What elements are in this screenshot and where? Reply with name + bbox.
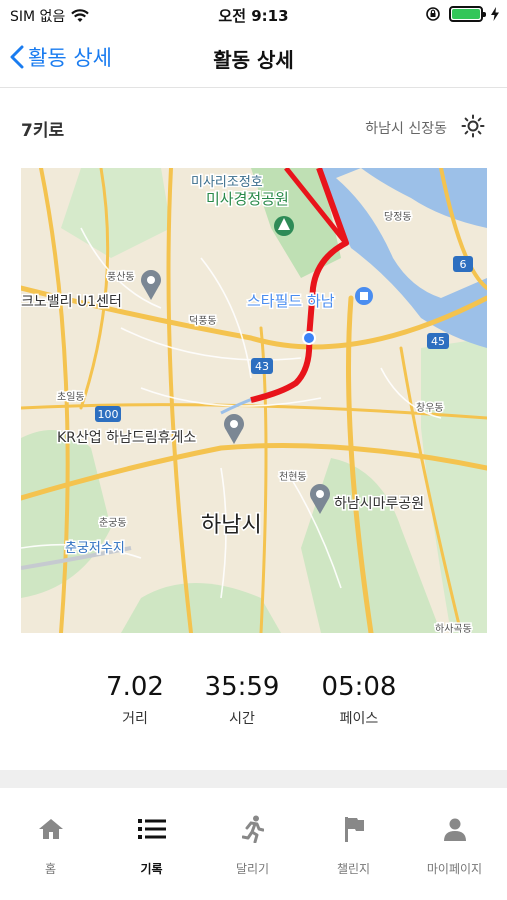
park-area <box>421 338 487 633</box>
status-bar: SIM 없음 오전 9:13 <box>0 0 507 30</box>
map-pin-icon <box>141 270 161 300</box>
list-icon <box>137 819 166 839</box>
stat-distance: 7.02 거리 <box>75 672 195 728</box>
tab-home[interactable]: 홈 <box>0 814 101 877</box>
map-label: 풍산동 <box>107 271 135 283</box>
stat-value: 35:59 <box>204 672 280 702</box>
charging-icon <box>491 7 499 21</box>
map-label: 춘궁저수지 <box>65 541 125 556</box>
battery-icon <box>449 6 486 22</box>
activity-name: 7키로 <box>21 121 65 141</box>
map-label: 하사곡동 <box>435 622 472 633</box>
park-area <box>121 583 281 633</box>
navigation-bar: 활동 상세 활동 상세 <box>0 30 507 88</box>
route-shield-icon: 6 <box>453 256 473 272</box>
tab-label: 홈 <box>44 862 57 876</box>
tab-mypage[interactable]: 마이페이지 <box>404 814 505 877</box>
map-pin-icon <box>223 414 244 444</box>
map-label: 초일동 <box>57 391 85 403</box>
current-position-marker <box>302 331 316 345</box>
stat-label: 시간 <box>229 711 255 727</box>
map-label: 춘궁동 <box>99 517 127 529</box>
tab-bar: 홈 기록 달리기 챌린지 마이페이지 <box>0 788 507 900</box>
stat-label: 페이스 <box>339 711 379 727</box>
map-label: 당정동 <box>384 211 412 223</box>
activity-header: 7키로 하남시 신장동 <box>21 112 487 142</box>
map-label: 크노밸리 U1센터 <box>21 294 122 310</box>
map-label: 창우동 <box>416 402 444 414</box>
tab-records[interactable]: 기록 <box>101 814 202 877</box>
activity-stats: 7.02 거리 35:59 시간 05:08 페이스 <box>0 672 507 742</box>
tab-label: 챌린지 <box>336 862 371 876</box>
stat-value: 7.02 <box>106 672 164 702</box>
runner-icon <box>241 815 264 843</box>
person-icon <box>443 818 466 841</box>
map-label: 스타필드 하남 <box>247 292 335 310</box>
stat-pace: 05:08 페이스 <box>299 672 419 728</box>
svg-text:43: 43 <box>255 360 269 373</box>
park-area <box>61 168 171 258</box>
shopping-pin-icon <box>355 287 373 305</box>
tab-label: 기록 <box>140 862 163 876</box>
page-title: 활동 상세 <box>213 48 294 72</box>
map-label: 미사경정공원 <box>206 190 289 208</box>
map-label: KR산업 하남드림휴게소 <box>57 430 196 446</box>
park-pin-icon <box>274 216 294 236</box>
map-label: 덕풍동 <box>189 315 217 327</box>
map-label: 하남시 <box>201 513 262 538</box>
route-map[interactable]: 6 45 43 100 미사리조정호 미사경정공원 당정동 풍산동 크노밸리 U… <box>21 168 487 633</box>
stat-value: 05:08 <box>321 672 397 702</box>
sun-icon <box>461 114 485 138</box>
route-shield-icon: 45 <box>427 333 449 349</box>
home-icon <box>38 819 63 839</box>
status-right <box>425 6 499 22</box>
tab-run[interactable]: 달리기 <box>202 814 303 877</box>
svg-text:6: 6 <box>460 258 467 271</box>
tab-label: 마이페이지 <box>426 862 483 876</box>
activity-location: 하남시 신장동 <box>365 121 447 137</box>
map-label: 미사리조정호 <box>191 175 263 190</box>
route-shield-icon: 100 <box>95 406 121 422</box>
map-label: 천현동 <box>279 471 307 483</box>
section-divider <box>0 770 507 788</box>
stat-label: 거리 <box>122 711 148 727</box>
map-label: 하남시마루공원 <box>334 496 424 512</box>
tab-label: 달리기 <box>235 862 270 876</box>
orientation-lock-icon <box>426 7 440 21</box>
flag-icon <box>344 817 364 842</box>
svg-text:100: 100 <box>98 408 119 421</box>
svg-text:45: 45 <box>431 335 445 348</box>
route-shield-icon: 43 <box>251 358 273 374</box>
tab-challenge[interactable]: 챌린지 <box>303 814 404 877</box>
stat-time: 35:59 시간 <box>182 672 302 728</box>
